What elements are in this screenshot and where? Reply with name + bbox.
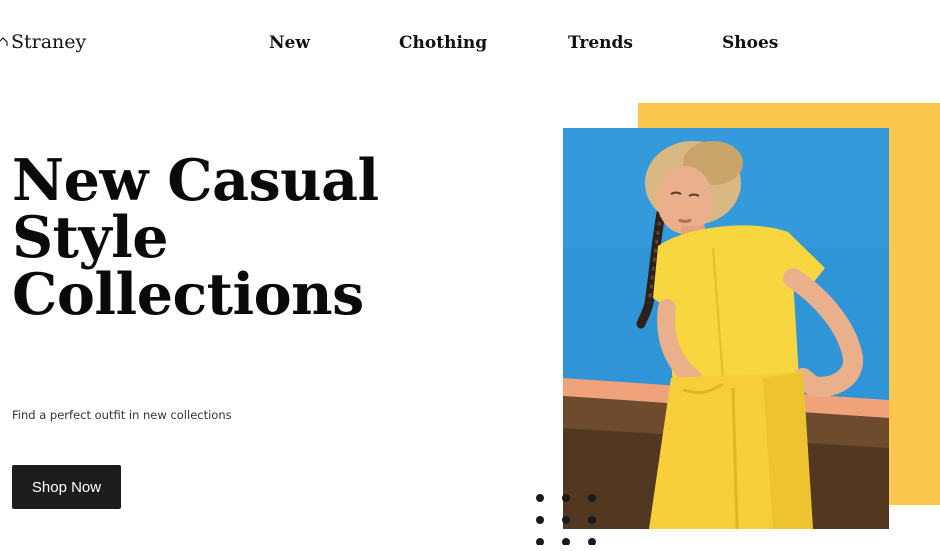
hero-title-line-3: Collections <box>12 261 364 328</box>
nav-item-shoes[interactable]: Shoes <box>722 33 778 53</box>
site-header: Straney New Chothing Trends Shoes <box>0 0 940 90</box>
hero-title-line-2: Style <box>12 204 169 271</box>
hero-subtitle: Find a perfect outfit in new collections <box>12 408 232 422</box>
house-outline-icon <box>0 37 8 46</box>
model-photo-illustration <box>563 128 889 529</box>
dot-grid-icon <box>535 493 601 545</box>
nav-item-trends[interactable]: Trends <box>568 33 633 53</box>
brand-name: Straney <box>11 31 87 53</box>
hero-title-line-1: New Casual <box>12 147 379 214</box>
shop-now-button[interactable]: Shop Now <box>12 465 121 509</box>
nav-item-clothing[interactable]: Chothing <box>399 33 487 53</box>
brand-logo[interactable]: Straney <box>0 31 86 53</box>
hero-title: New Casual Style Collections <box>12 152 432 323</box>
nav-item-new[interactable]: New <box>269 33 310 53</box>
hero-model-photo <box>563 128 889 529</box>
